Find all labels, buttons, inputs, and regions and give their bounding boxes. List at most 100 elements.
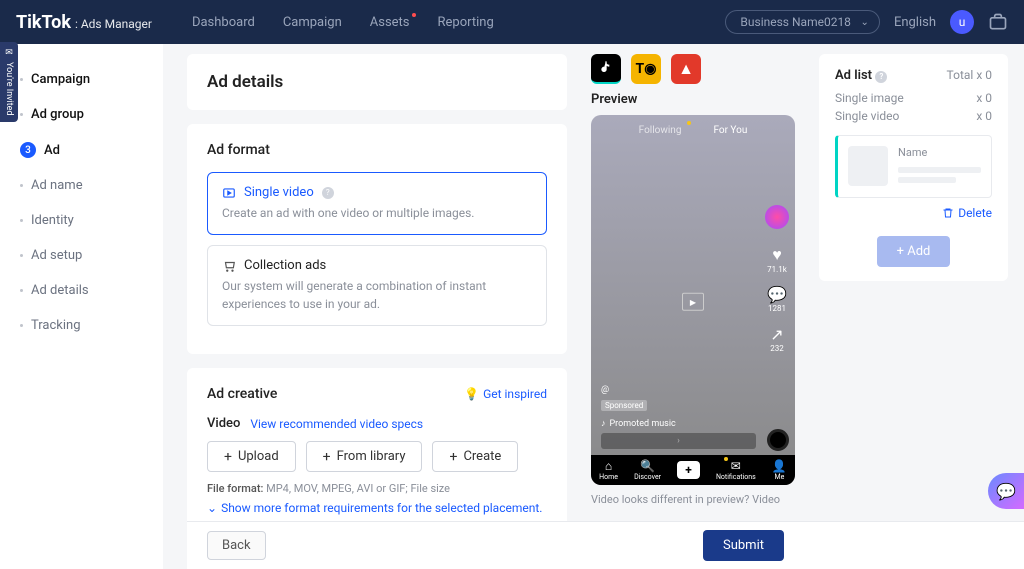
sidebar-label: Identity bbox=[31, 213, 74, 228]
row-count: x 0 bbox=[976, 91, 992, 105]
placeholder-bar bbox=[898, 167, 981, 173]
nav-label: Me bbox=[774, 473, 784, 481]
content-column: Ad details Ad format Single video ? Crea… bbox=[163, 44, 583, 569]
chat-icon: 💬 bbox=[996, 482, 1016, 501]
submit-button[interactable]: Submit bbox=[703, 530, 784, 561]
share-icon: ↗ bbox=[767, 325, 787, 344]
like-count: 71.1k bbox=[767, 265, 787, 274]
btn-label: Upload bbox=[238, 449, 279, 464]
option-desc: Our system will generate a combination o… bbox=[222, 277, 532, 313]
ad-format-title: Ad format bbox=[207, 142, 547, 158]
adlist-title: Ad list ? bbox=[835, 68, 887, 83]
preview-hint: Video looks different in preview? Video bbox=[591, 493, 795, 506]
plus-icon: + bbox=[449, 450, 457, 464]
video-placeholder-icon: ▶ bbox=[682, 293, 704, 311]
cta-bar: › bbox=[601, 433, 756, 449]
language-selector[interactable]: English bbox=[894, 15, 936, 30]
preview-app-2[interactable]: T◉ bbox=[631, 54, 661, 84]
delete-button[interactable]: Delete bbox=[835, 206, 992, 220]
music-label: ♪Promoted music bbox=[601, 418, 676, 429]
nav-label: Discover bbox=[634, 473, 661, 481]
notification-dot-icon bbox=[412, 13, 416, 17]
add-button[interactable]: + Add bbox=[877, 236, 951, 267]
logo-text: TikTok bbox=[16, 12, 71, 33]
nav-plus: + bbox=[677, 461, 700, 479]
trash-icon bbox=[942, 207, 954, 219]
video-label: Video bbox=[207, 416, 240, 431]
info-icon: ? bbox=[322, 187, 334, 199]
option-collection-ads[interactable]: Collection ads Our system will generate … bbox=[207, 245, 547, 326]
share-action: ↗232 bbox=[767, 325, 787, 353]
option-single-video[interactable]: Single video ? Create an ad with one vid… bbox=[207, 172, 547, 235]
comment-action: 💬1281 bbox=[767, 285, 787, 313]
briefcase-icon[interactable] bbox=[988, 12, 1008, 32]
cart-icon bbox=[222, 259, 236, 273]
preview-avatar-icon bbox=[765, 205, 789, 229]
logo-subtitle: : Ads Manager bbox=[75, 17, 152, 31]
sidebar-label: Campaign bbox=[31, 72, 90, 87]
preview-app-3[interactable]: ▲ bbox=[671, 54, 701, 84]
nav-reporting[interactable]: Reporting bbox=[438, 15, 494, 30]
business-name: Business Name0218 bbox=[740, 15, 851, 29]
adlist-item[interactable]: Name bbox=[835, 135, 992, 198]
sidebar-label: Ad group bbox=[31, 107, 84, 122]
user-avatar[interactable]: u bbox=[950, 10, 974, 34]
preview-label: Preview bbox=[591, 92, 795, 107]
get-inspired-link[interactable]: 💡Get inspired bbox=[464, 387, 547, 401]
sidebar-item-identity[interactable]: Identity bbox=[0, 203, 163, 238]
from-library-button[interactable]: +From library bbox=[306, 441, 423, 472]
sidebar-item-adname[interactable]: Ad name bbox=[0, 168, 163, 203]
nav-home: ⌂Home bbox=[599, 459, 618, 481]
ad-details-card: Ad details bbox=[187, 54, 567, 110]
sidebar-item-ad[interactable]: 3Ad bbox=[0, 132, 163, 168]
sidebar-item-campaign[interactable]: Campaign bbox=[0, 62, 163, 97]
app-icon-glyph: T◉ bbox=[636, 61, 657, 77]
tab-following: Following bbox=[639, 125, 682, 136]
heart-icon: ♥ bbox=[767, 245, 787, 265]
app-icon-glyph: ▲ bbox=[678, 59, 694, 79]
sidebar: Campaign Ad group 3Ad Ad name Identity A… bbox=[0, 44, 163, 569]
plus-icon: + bbox=[224, 450, 232, 464]
sidebar-item-addetails[interactable]: Ad details bbox=[0, 273, 163, 308]
nav-dashboard[interactable]: Dashboard bbox=[192, 15, 255, 30]
row-count: x 0 bbox=[976, 109, 992, 123]
file-format-label: File format: bbox=[207, 482, 263, 495]
chevron-down-icon: ⌄ bbox=[861, 17, 869, 28]
inbox-icon: ✉ bbox=[716, 459, 756, 473]
nav-assets[interactable]: Assets bbox=[370, 15, 410, 30]
video-icon bbox=[222, 186, 236, 200]
logo: TikTok : Ads Manager bbox=[16, 12, 152, 33]
plus-icon: + bbox=[323, 450, 331, 464]
preview-app-tiktok[interactable] bbox=[591, 54, 621, 84]
inspired-label: Get inspired bbox=[483, 387, 547, 401]
create-button[interactable]: +Create bbox=[432, 441, 518, 472]
sidebar-item-tracking[interactable]: Tracking bbox=[0, 308, 163, 343]
sidebar-label: Ad name bbox=[31, 178, 83, 193]
user-icon: 👤 bbox=[772, 459, 787, 473]
sidebar-label: Tracking bbox=[31, 318, 81, 333]
nav-me: 👤Me bbox=[772, 459, 787, 481]
sidebar-item-adsetup[interactable]: Ad setup bbox=[0, 238, 163, 273]
chat-fab[interactable]: 💬 bbox=[988, 473, 1024, 509]
upload-button[interactable]: + Upload bbox=[207, 441, 296, 472]
option-desc: Create an ad with one video or multiple … bbox=[222, 204, 532, 222]
option-title: Collection ads bbox=[244, 258, 326, 273]
video-specs-link[interactable]: View recommended video specs bbox=[250, 417, 423, 431]
ad-format-card: Ad format Single video ? Create an ad wi… bbox=[187, 124, 567, 354]
nav-discover: 🔍Discover bbox=[634, 459, 661, 481]
show-more-label: Show more format requirements for the se… bbox=[221, 501, 542, 515]
invited-tab[interactable]: ✉You're Invited bbox=[0, 42, 18, 122]
row-label: Single image bbox=[835, 91, 904, 105]
step-badge: 3 bbox=[20, 142, 36, 158]
home-icon: ⌂ bbox=[599, 459, 618, 473]
ad-creative-title: Ad creative bbox=[207, 386, 277, 402]
tiktok-icon bbox=[598, 60, 614, 76]
ad-name-label: Name bbox=[898, 146, 981, 159]
file-format-hint: File format: MP4, MOV, MPEG, AVI or GIF;… bbox=[207, 482, 547, 495]
back-button[interactable]: Back bbox=[207, 531, 266, 560]
sidebar-item-adgroup[interactable]: Ad group bbox=[0, 97, 163, 132]
show-more-requirements[interactable]: ⌄Show more format requirements for the s… bbox=[207, 501, 547, 515]
delete-label: Delete bbox=[958, 206, 992, 220]
business-selector[interactable]: Business Name0218 ⌄ bbox=[725, 10, 880, 34]
nav-campaign[interactable]: Campaign bbox=[283, 15, 342, 30]
